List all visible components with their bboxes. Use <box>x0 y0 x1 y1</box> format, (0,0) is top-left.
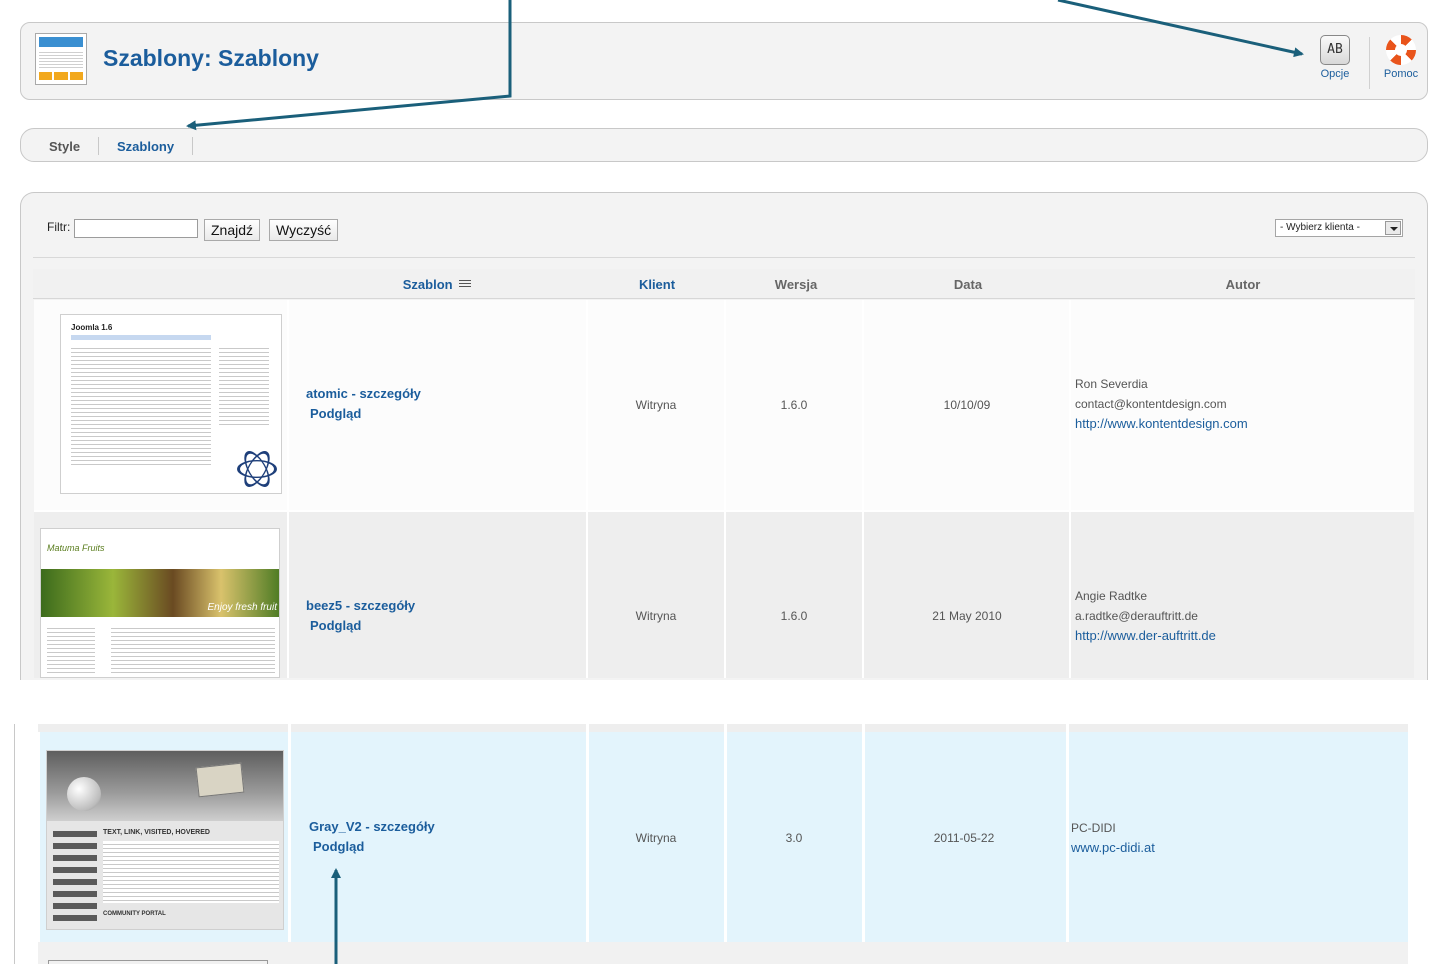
column-divider <box>586 724 589 964</box>
row-divider <box>34 510 1414 512</box>
client-select[interactable]: - Wybierz klienta - <box>1275 219 1403 237</box>
template-author: PC-DIDI www.pc-didi.at <box>1071 818 1155 858</box>
tab-templates[interactable]: Szablony <box>117 139 174 154</box>
column-divider <box>862 300 864 678</box>
template-thumbnail[interactable]: TEXT, LINK, VISITED, HOVERED COMMUNITY P… <box>46 750 284 930</box>
template-thumbnail <box>48 960 268 964</box>
submenu-tabs: Style Szablony <box>20 128 1428 162</box>
sort-icon <box>459 280 472 289</box>
template-date: 2011-05-22 <box>933 831 995 845</box>
template-version: 1.6.0 <box>780 609 808 623</box>
tab-style[interactable]: Style <box>49 139 80 154</box>
column-template[interactable]: Szablon <box>287 277 587 292</box>
template-preview-link[interactable]: Podgląd <box>310 406 361 421</box>
client-select-value: - Wybierz klienta - <box>1280 222 1360 233</box>
filter-label: Filtr: <box>47 220 71 234</box>
toolbar-divider <box>1369 37 1370 89</box>
template-date: 10/10/09 <box>943 398 991 412</box>
column-date: Data <box>953 277 983 292</box>
template-version: 3.0 <box>785 831 803 845</box>
search-button[interactable]: Znajdź <box>204 219 261 241</box>
column-client[interactable]: Klient <box>587 277 727 292</box>
row-divider <box>38 724 1408 732</box>
template-client: Witryna <box>635 831 677 845</box>
thumb-heading: TEXT, LINK, VISITED, HOVERED <box>103 829 210 836</box>
chevron-down-icon[interactable] <box>1385 221 1401 235</box>
author-name: Ron Severdia <box>1075 377 1148 391</box>
page-title: Szablony: Szablony <box>103 45 319 71</box>
panel-border <box>14 724 15 964</box>
template-thumbnail[interactable]: Joomla 1.6 <box>60 314 282 494</box>
toolbar-header: Szablony: Szablony AB Opcje Pomoc <box>20 22 1428 100</box>
templates-logo-icon <box>35 33 87 85</box>
column-template-label: Szablon <box>402 277 453 292</box>
help-label: Pomoc <box>1383 68 1419 80</box>
column-divider <box>287 300 289 678</box>
column-author: Autor <box>1225 277 1261 292</box>
column-divider <box>724 724 727 964</box>
template-client: Witryna <box>635 398 677 412</box>
author-url-link[interactable]: http://www.der-auftritt.de <box>1075 626 1216 646</box>
column-divider <box>862 724 865 964</box>
template-author: Angie Radtke a.radtke@derauftritt.de htt… <box>1075 586 1216 646</box>
thumb-footer-text: COMMUNITY PORTAL <box>103 911 166 917</box>
filter-input[interactable] <box>74 219 198 238</box>
help-icon <box>1386 35 1416 65</box>
tab-divider <box>192 137 193 155</box>
template-thumbnail[interactable]: Matuma Fruits Enjoy fresh fruit <box>40 528 280 678</box>
template-details-link[interactable]: beez5 - szczegóły <box>306 598 415 613</box>
column-divider <box>1066 724 1069 964</box>
options-button[interactable]: AB Opcje <box>1307 35 1363 91</box>
column-divider <box>288 724 291 964</box>
template-client: Witryna <box>635 609 677 623</box>
template-details-link[interactable]: atomic - szczegóły <box>306 386 421 401</box>
template-version: 1.6.0 <box>780 398 808 412</box>
column-divider <box>724 300 726 678</box>
globe-icon <box>67 777 101 811</box>
template-author: Ron Severdia contact@kontentdesign.com h… <box>1075 374 1248 434</box>
screenshot-gap <box>0 680 1430 724</box>
tab-divider <box>98 137 99 155</box>
calendar-icon <box>195 762 245 798</box>
column-divider <box>586 300 588 678</box>
author-name: PC-DIDI <box>1071 821 1116 835</box>
author-name: Angie Radtke <box>1075 589 1148 603</box>
author-url-link[interactable]: http://www.kontentdesign.com <box>1075 414 1248 434</box>
help-button[interactable]: Pomoc <box>1373 35 1429 91</box>
divider <box>33 257 1415 258</box>
template-date: 21 May 2010 <box>932 609 1002 623</box>
thumb-heading: Joomla 1.6 <box>71 323 113 332</box>
template-details-link[interactable]: Gray_V2 - szczegóły <box>309 819 435 834</box>
template-preview-link[interactable]: Podgląd <box>310 618 361 633</box>
author-url-link[interactable]: www.pc-didi.at <box>1071 838 1155 858</box>
thumb-logo-text: Matuma Fruits <box>47 543 105 553</box>
options-label: Opcje <box>1320 68 1350 80</box>
column-version: Wersja <box>774 277 818 292</box>
column-divider <box>1069 300 1071 678</box>
clear-button[interactable]: Wyczyść <box>269 219 339 241</box>
author-email: contact@kontentdesign.com <box>1075 397 1227 411</box>
author-email: a.radtke@derauftritt.de <box>1075 609 1198 623</box>
options-icon: AB <box>1320 35 1350 65</box>
thumb-banner: Enjoy fresh fruit <box>41 569 279 617</box>
template-preview-link[interactable]: Podgląd <box>313 839 364 854</box>
